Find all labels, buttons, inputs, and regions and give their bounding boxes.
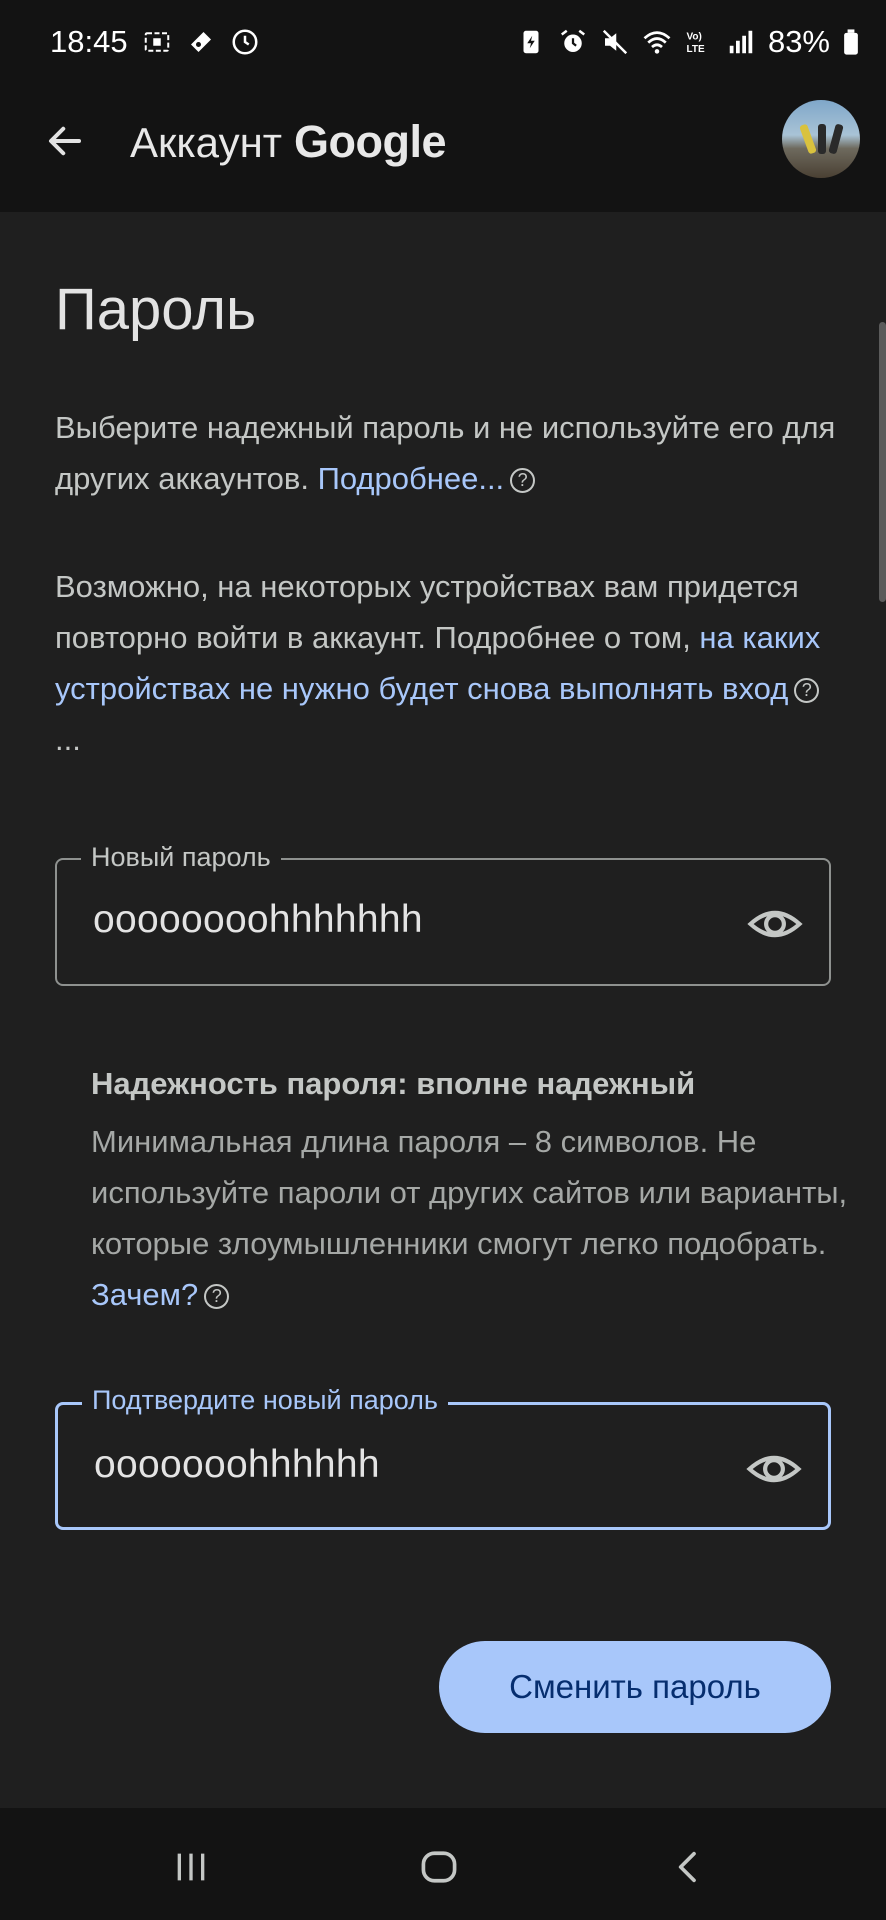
status-left: 18:45 <box>50 24 260 60</box>
screen-record-icon <box>142 24 172 60</box>
home-icon <box>421 1851 457 1883</box>
volte-icon: Vo) LTE <box>684 24 714 60</box>
back-arrow-icon <box>48 126 82 156</box>
battery-icon <box>842 24 860 60</box>
relogin-paragraph: Возможно, на некоторых устройствах вам п… <box>55 561 845 765</box>
avatar-figure <box>799 123 817 155</box>
back-button[interactable] <box>36 112 94 170</box>
signal-icon <box>726 24 756 60</box>
header-title-prefix: Аккаунт <box>130 119 283 166</box>
strength-description: Минимальная длина пароля – 8 символов. Н… <box>91 1116 851 1320</box>
app-notification-icon <box>186 24 216 60</box>
battery-percent: 83% <box>767 24 830 59</box>
new-password-label: Новый пароль <box>81 838 281 876</box>
nav-back-icon <box>678 1851 696 1883</box>
navigation-bar <box>0 1808 886 1920</box>
relogin-suffix: ... <box>55 722 81 757</box>
eye-icon[interactable] <box>746 1441 802 1497</box>
new-password-input[interactable]: oooooooohhhhhhh <box>93 898 423 942</box>
google-logo: Google <box>294 116 447 167</box>
wifi-icon <box>642 24 672 60</box>
app-header: Аккаунт Google <box>0 86 886 212</box>
help-icon[interactable]: ? <box>510 468 536 493</box>
home-button[interactable] <box>414 1842 464 1892</box>
strength-text: Минимальная длина пароля – 8 символов. Н… <box>91 1124 848 1261</box>
learn-more-link[interactable]: Подробнее... <box>318 461 505 496</box>
avatar-figure <box>818 124 826 154</box>
scrollbar[interactable] <box>879 322 886 602</box>
mute-icon <box>600 24 630 60</box>
header-title: Аккаунт Google <box>130 116 447 168</box>
new-password-field[interactable]: Новый пароль oooooooohhhhhhh <box>55 838 831 986</box>
recent-apps-icon <box>177 1853 205 1881</box>
page-title: Пароль <box>55 277 257 342</box>
status-right: Vo) LTE 83% <box>516 24 860 60</box>
password-strength: Надежность пароля: вполне надежный Миним… <box>91 1064 851 1320</box>
confirm-password-label: Подтвердите новый пароль <box>82 1381 448 1419</box>
svg-text:LTE: LTE <box>686 44 704 55</box>
why-link[interactable]: Зачем? <box>91 1277 198 1312</box>
change-password-button[interactable]: Сменить пароль <box>439 1641 831 1733</box>
nav-back-button[interactable] <box>664 1842 714 1892</box>
help-icon[interactable]: ? <box>204 1284 230 1309</box>
description-paragraph: Выберите надежный пароль и не используйт… <box>55 402 845 504</box>
strength-title: Надежность пароля: вполне надежный <box>91 1066 696 1101</box>
confirm-password-input[interactable]: ooooooohhhhhh <box>94 1443 380 1487</box>
status-bar: 18:45 Vo) LTE 83% <box>0 0 886 86</box>
eye-icon[interactable] <box>747 896 803 952</box>
status-time: 18:45 <box>50 24 128 59</box>
avatar-figure <box>828 123 844 155</box>
screen: 18:45 Vo) LTE 83% Аккаунт Google Пароль … <box>0 0 886 1920</box>
alarm-icon <box>558 24 588 60</box>
clock-icon <box>230 24 260 60</box>
battery-saver-icon <box>516 24 546 60</box>
confirm-password-field[interactable]: Подтвердите новый пароль ooooooohhhhhh <box>55 1381 831 1530</box>
help-icon[interactable]: ? <box>794 678 820 703</box>
svg-text:Vo): Vo) <box>686 32 701 43</box>
recent-apps-button[interactable] <box>166 1842 216 1892</box>
avatar[interactable] <box>782 100 860 178</box>
relogin-text: Возможно, на некоторых устройствах вам п… <box>55 569 799 655</box>
